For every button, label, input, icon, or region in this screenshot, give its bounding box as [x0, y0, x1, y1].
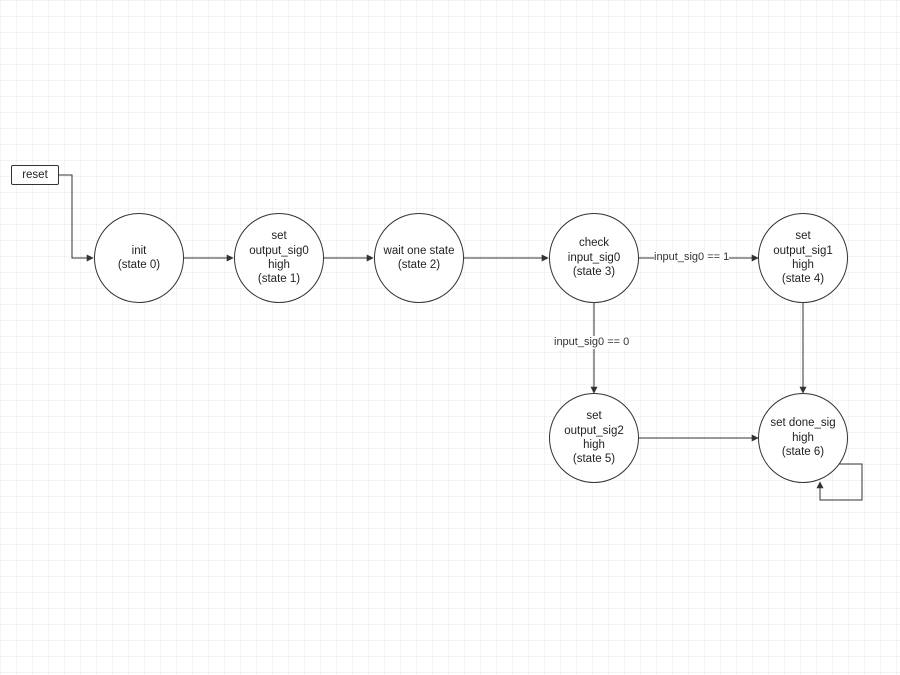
state-6[interactable]: set done_sig high (state 6) — [758, 393, 848, 483]
state-5-text: set output_sig2 high (state 5) — [560, 405, 627, 471]
edge-reset-s0 — [59, 175, 93, 258]
edge-label-s3-s4: input_sig0 == 1 — [654, 251, 729, 264]
edges-layer — [0, 0, 900, 675]
edge-label-s3-s5: input_sig0 == 0 — [554, 336, 629, 349]
state-2[interactable]: wait one state (state 2) — [374, 213, 464, 303]
reset-label: reset — [22, 168, 48, 182]
state-1-text: set output_sig0 high (state 1) — [245, 225, 312, 291]
state-3[interactable]: check input_sig0 (state 3) — [549, 213, 639, 303]
state-1[interactable]: set output_sig0 high (state 1) — [234, 213, 324, 303]
state-4[interactable]: set output_sig1 high (state 4) — [758, 213, 848, 303]
state-2-text: wait one state (state 2) — [380, 240, 459, 277]
reset-node[interactable]: reset — [11, 165, 59, 185]
state-5[interactable]: set output_sig2 high (state 5) — [549, 393, 639, 483]
state-4-text: set output_sig1 high (state 4) — [769, 225, 836, 291]
diagram-canvas[interactable]: { "reset": { "label": "reset" }, "states… — [0, 0, 900, 675]
state-0-text: init (state 0) — [114, 240, 164, 277]
state-3-text: check input_sig0 (state 3) — [564, 232, 624, 283]
state-0[interactable]: init (state 0) — [94, 213, 184, 303]
state-6-text: set done_sig high (state 6) — [766, 412, 839, 463]
